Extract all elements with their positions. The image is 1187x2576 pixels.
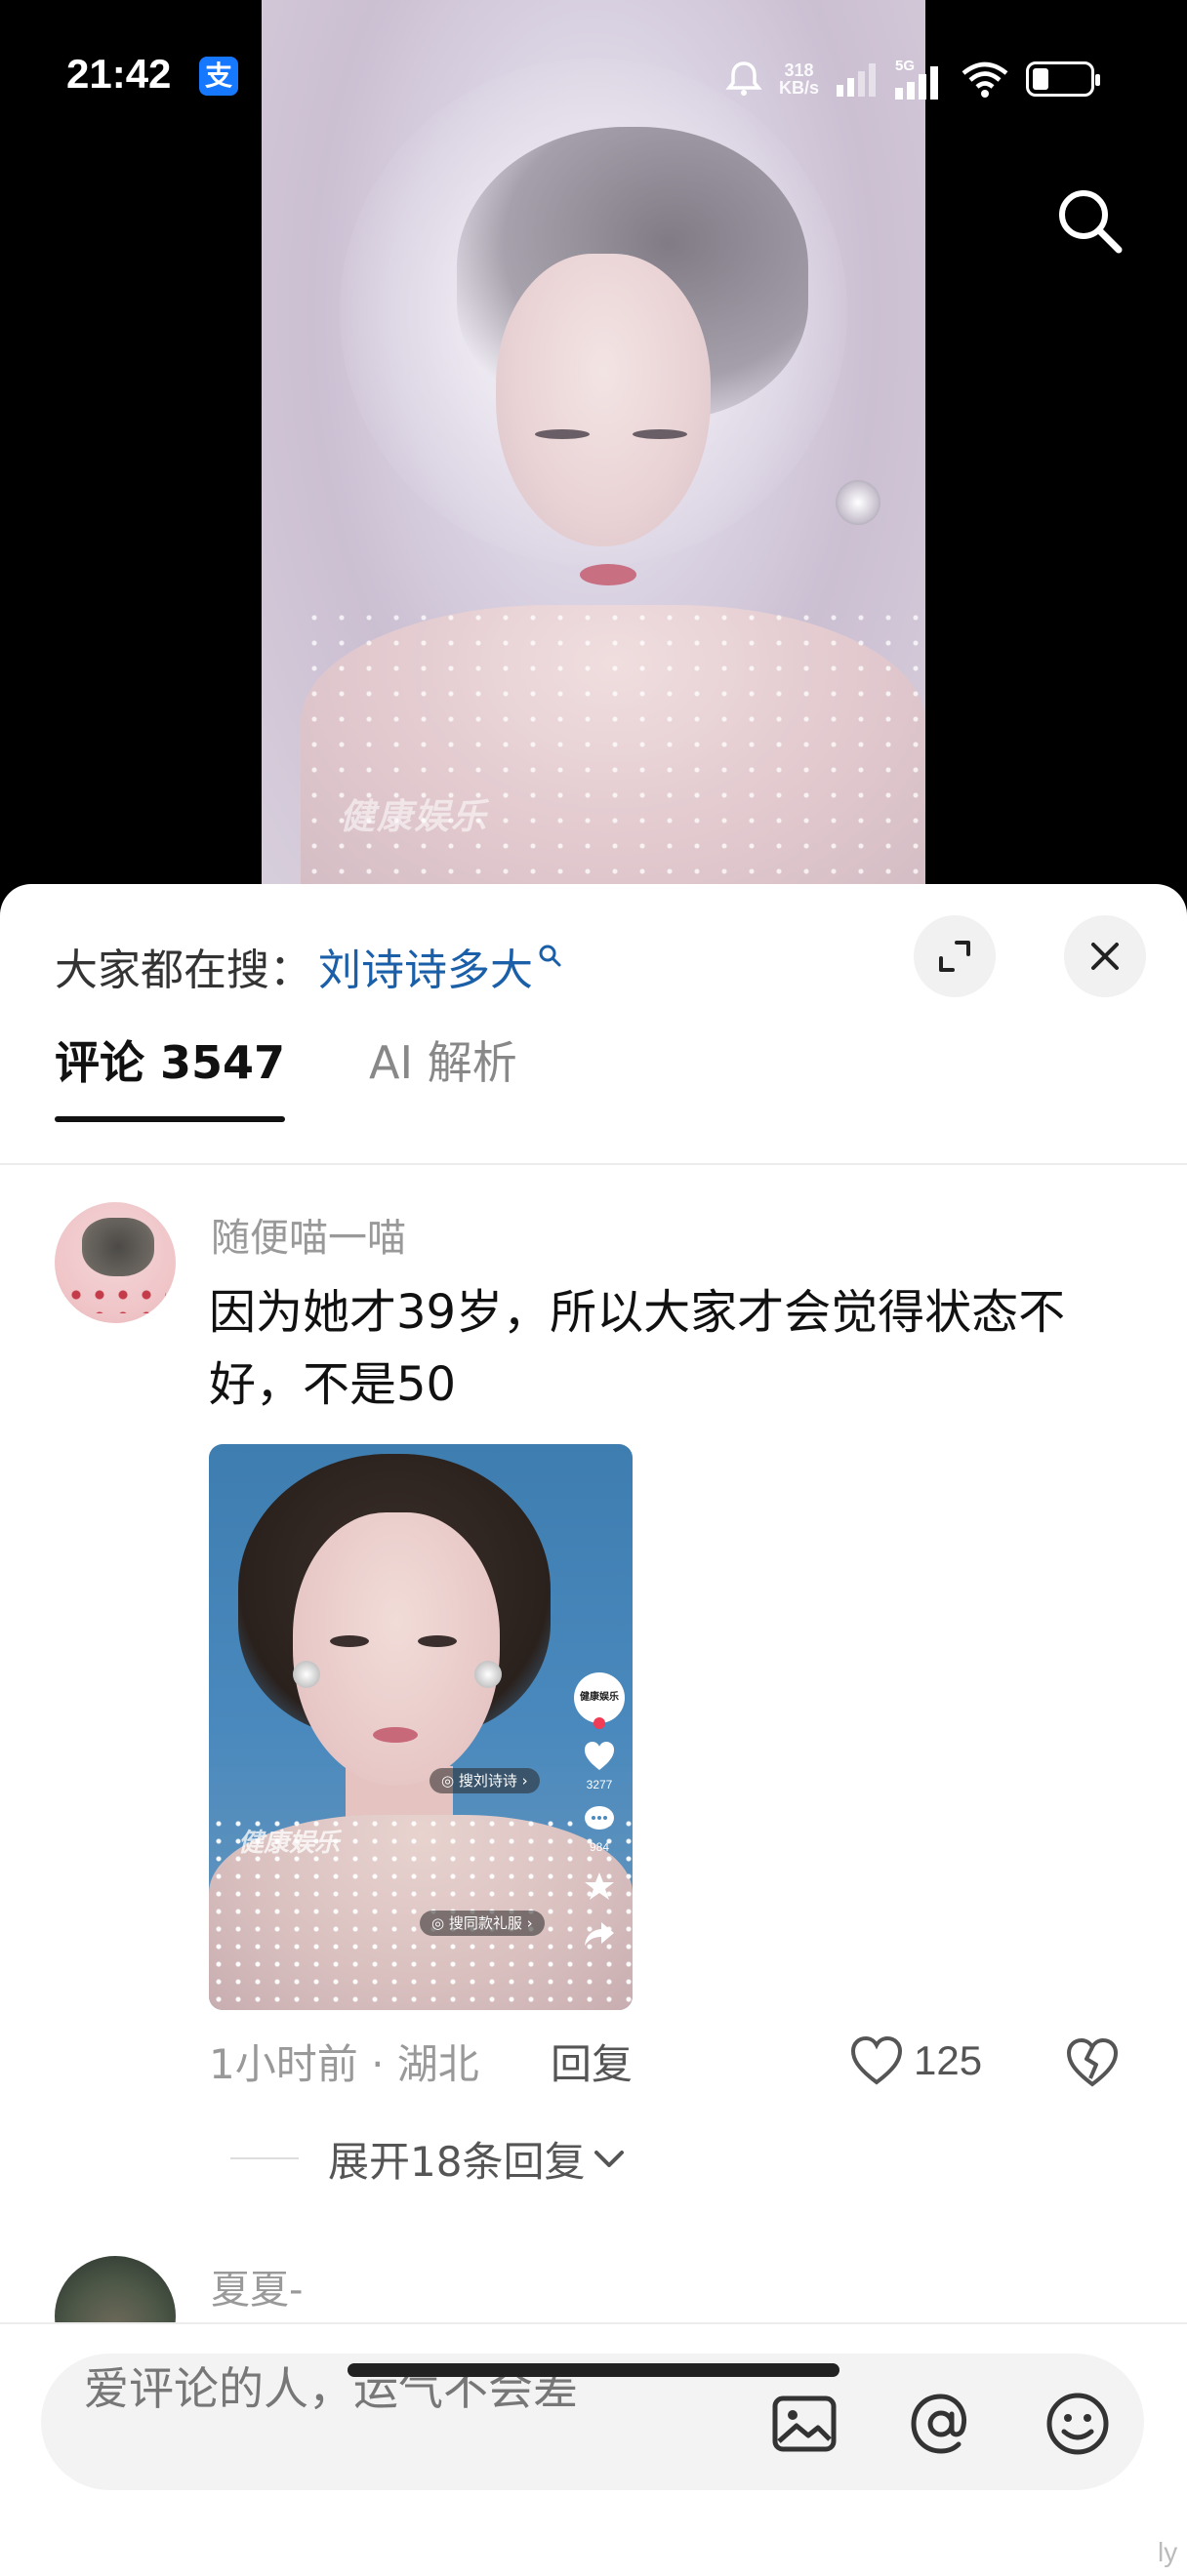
reply-button[interactable]: 回复 [551, 2032, 633, 2090]
status-bar: 21:42 支 318 KB/s 5G [0, 39, 1187, 117]
image-eye-right [418, 1635, 457, 1647]
expand-replies-button[interactable]: 展开18条回复 [230, 2129, 626, 2188]
expand-button[interactable] [914, 915, 996, 997]
chevron-down-icon [594, 2151, 625, 2167]
tab-comments[interactable]: 评论 3547 [55, 1021, 286, 1122]
comment-time-location: 1小时前 · 湖北 [209, 2039, 479, 2088]
status-icons: 318 KB/s 5G [724, 55, 1101, 103]
comment-tabs: 评论 3547 AI 解析 [55, 1021, 517, 1122]
search-icon[interactable] [1050, 181, 1128, 260]
video-lips [580, 564, 636, 585]
comment-username[interactable]: 夏夏- [211, 2258, 303, 2314]
corner-mark: ly [1158, 2537, 1178, 2567]
mention-icon[interactable] [906, 2389, 976, 2459]
image-picker-icon[interactable] [769, 2389, 839, 2459]
image-face [293, 1512, 500, 1786]
avatar-cat-image [82, 1218, 154, 1276]
image-creator-avatar: 健康娱乐 [574, 1672, 625, 1729]
image-search-pill-2: ◎ 搜同款礼服 › [420, 1911, 545, 1936]
video-earring [836, 480, 880, 525]
hot-search-prefix: 大家都在搜： [55, 946, 312, 995]
avatar-pattern [64, 1284, 166, 1313]
image-star-icon [585, 1872, 614, 1900]
comment-image[interactable]: 健康娱乐 ◎ 搜刘诗诗 › ◎ 搜同款礼服 › 健康娱乐 3277 984 [209, 1444, 633, 2010]
close-icon [1091, 943, 1119, 970]
signal-5g-icon: 5G [895, 58, 939, 100]
wifi-icon [962, 61, 1008, 98]
image-search-pill: ◎ 搜刘诗诗 › [430, 1768, 540, 1793]
broken-heart-icon[interactable] [1064, 2035, 1121, 2090]
like-count: 125 [914, 2037, 983, 2083]
svg-text:5G: 5G [895, 58, 915, 74]
image-earring-left [293, 1661, 320, 1688]
close-button[interactable] [1064, 915, 1146, 997]
video-dress [301, 605, 925, 898]
like-button[interactable]: 125 [849, 2032, 982, 2090]
emoji-icon[interactable] [1043, 2389, 1113, 2459]
expand-icon [939, 941, 970, 972]
video-eye-right [633, 429, 687, 439]
alipay-notification-icon: 支 [199, 57, 238, 96]
tab-ai-analysis[interactable]: AI 解析 [369, 1021, 517, 1105]
notification-bell-icon [725, 61, 762, 96]
image-eye-left [330, 1635, 369, 1647]
image-watermark: 健康娱乐 [238, 1829, 341, 1858]
net-speed: 318 KB/s [779, 60, 820, 98]
battery-icon [1026, 61, 1101, 97]
comment-text[interactable]: 因为她才39岁，所以大家才会觉得状态不好，不是50 [209, 1276, 1146, 1421]
video-watermark: 健康娱乐 [340, 797, 489, 837]
video-eye-left [535, 429, 590, 439]
image-comment-count: 984 [589, 1840, 610, 1854]
home-indicator[interactable] [348, 2363, 839, 2377]
image-heart-icon [585, 1742, 614, 1770]
image-earring-right [474, 1661, 502, 1688]
heart-icon [850, 2035, 903, 2085]
small-search-icon [539, 945, 561, 967]
image-like-count: 3277 [586, 1778, 613, 1791]
hot-search-term[interactable]: 刘诗诗多大 [318, 935, 533, 997]
image-lips [373, 1727, 418, 1743]
divider-line [230, 2157, 299, 2159]
video-area[interactable]: 健康娱乐 21:42 支 318 KB/s 5G [0, 0, 1187, 898]
expand-replies-label: 展开18条回复 [328, 2137, 586, 2186]
avatar[interactable] [55, 1202, 176, 1323]
image-comment-icon [585, 1806, 614, 1830]
comment-username[interactable]: 随便喵一喵 [211, 1206, 406, 1263]
image-side-actions: 健康娱乐 3277 984 [572, 1672, 627, 1948]
video-frame[interactable]: 健康娱乐 [262, 0, 925, 898]
video-face [496, 254, 711, 546]
image-share-icon [585, 1922, 614, 1946]
tabs-divider [0, 1163, 1187, 1165]
status-time: 21:42 [66, 51, 172, 97]
hot-search-bar[interactable]: 大家都在搜： 刘诗诗多大 [55, 927, 562, 1005]
comment-input-bar: 爱评论的人，运气不会差 [0, 2322, 1187, 2576]
signal-icon-1 [837, 63, 877, 97]
